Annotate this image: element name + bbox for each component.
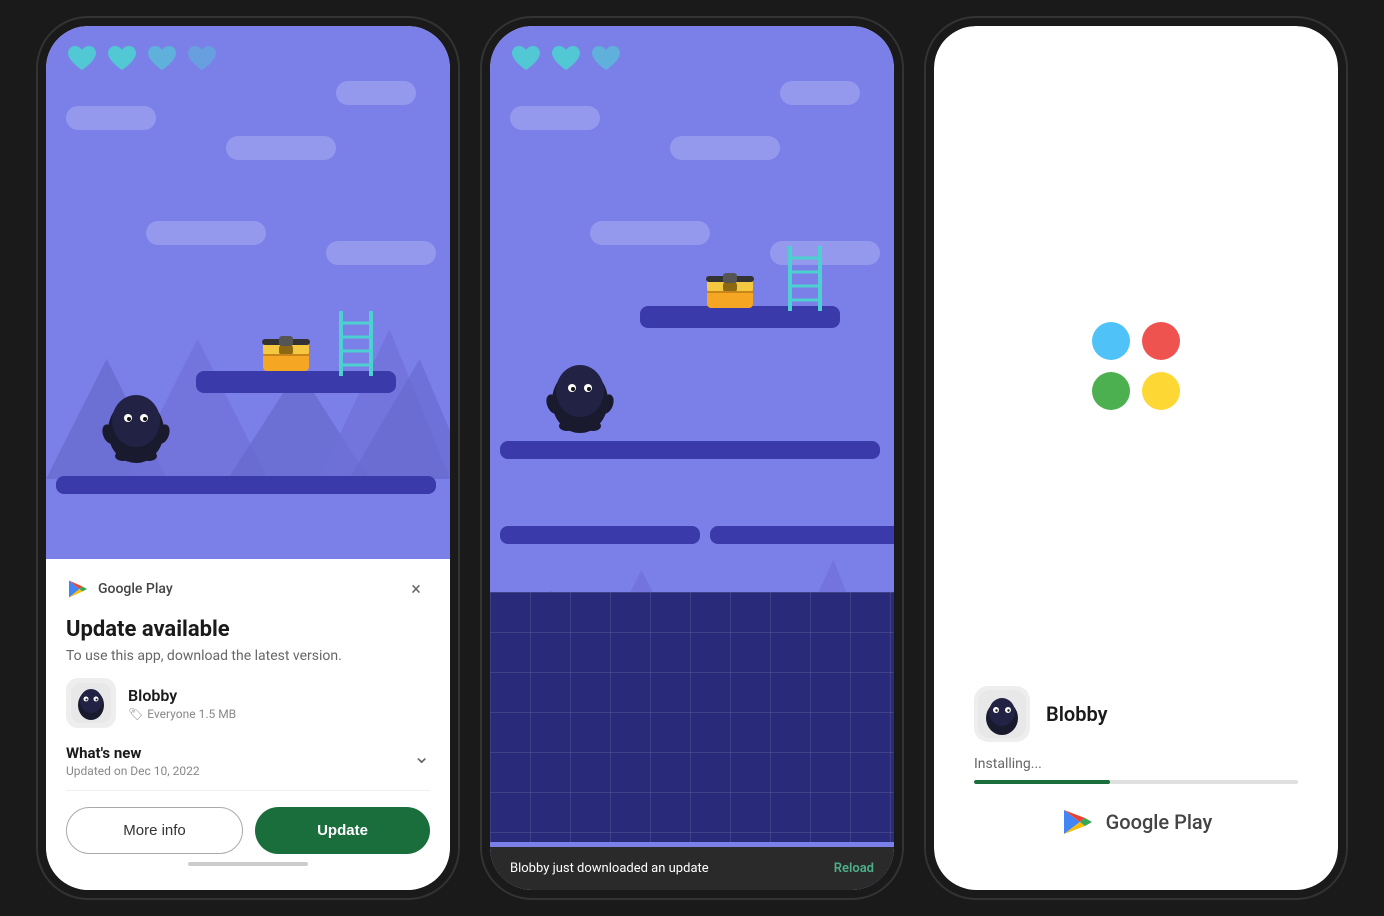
progress-fill — [974, 780, 1110, 784]
home-indicator — [188, 862, 308, 866]
app-info-row: Blobby 🏷 Everyone 1.5 MB — [66, 678, 430, 728]
action-buttons: More info Update — [66, 807, 430, 854]
blobby-icon — [71, 683, 111, 723]
lower-platform-2b — [500, 526, 700, 544]
blobby-character — [101, 386, 171, 466]
game-screen-1 — [46, 26, 450, 559]
dot-yellow — [1142, 372, 1180, 410]
phone-2: Blobby just downloaded an update Reload — [482, 18, 902, 898]
gp-footer-name: Google Play — [1106, 810, 1213, 834]
heart-p2-2 — [550, 44, 582, 72]
reload-button[interactable]: Reload — [834, 861, 874, 876]
whats-new-text: What's new Updated on Dec 10, 2022 — [66, 744, 200, 778]
tile-grid — [490, 592, 894, 842]
expand-icon[interactable]: ⌄ — [413, 744, 430, 768]
app-details: 🏷 Everyone 1.5 MB — [128, 707, 236, 721]
whats-new-section: What's new Updated on Dec 10, 2022 ⌄ — [66, 744, 430, 791]
dot-blue — [1092, 322, 1130, 360]
app-icon — [66, 678, 116, 728]
ladder — [336, 311, 376, 376]
heart-p2-1 — [510, 44, 542, 72]
update-button[interactable]: Update — [255, 807, 430, 854]
heart-2 — [106, 44, 138, 72]
heart-4 — [186, 44, 218, 72]
whats-new-title: What's new — [66, 744, 200, 762]
lower-platform-2c — [710, 526, 894, 544]
chest-2 — [705, 268, 755, 308]
snackbar-message: Blobby just downloaded an update — [510, 861, 709, 876]
lower-platform-2 — [500, 441, 880, 459]
snackbar: Blobby just downloaded an update Reload — [490, 847, 894, 890]
update-title: Update available — [66, 617, 430, 642]
dots-area — [1092, 86, 1180, 666]
google-play-logo — [66, 577, 90, 601]
dot-green — [1092, 372, 1130, 410]
cloud-5 — [326, 241, 436, 265]
cloud-3 — [336, 81, 416, 105]
hearts-row-2 — [510, 44, 622, 72]
play-dots — [1092, 322, 1180, 410]
install-section: Blobby Installing... — [974, 666, 1298, 804]
heart-p2-3 — [590, 44, 622, 72]
install-app-row: Blobby — [974, 686, 1298, 742]
close-button[interactable]: × — [402, 575, 430, 603]
heart-1 — [66, 44, 98, 72]
lower-platform — [56, 476, 436, 494]
gp-footer-logo — [1060, 804, 1096, 840]
game-screen-2: Blobby just downloaded an update Reload — [490, 26, 894, 890]
cloud-p2-3 — [780, 81, 860, 105]
update-dialog: Google Play × Update available To use th… — [46, 559, 450, 890]
app-meta: Blobby 🏷 Everyone 1.5 MB — [128, 686, 236, 721]
dot-red — [1142, 322, 1180, 360]
cloud-4 — [146, 221, 266, 245]
gp-brand: Google Play — [66, 577, 173, 601]
cloud-p2-1 — [510, 106, 600, 130]
install-app-icon — [974, 686, 1030, 742]
heart-3 — [146, 44, 178, 72]
progress-bar — [974, 780, 1298, 784]
phone-1: Google Play × Update available To use th… — [38, 18, 458, 898]
cloud-2 — [226, 136, 336, 160]
update-subtitle: To use this app, download the latest ver… — [66, 648, 430, 664]
blobby-2 — [545, 356, 615, 436]
rating-icon: 🏷 — [128, 707, 143, 721]
app-details-text: Everyone 1.5 MB — [147, 707, 236, 721]
ladder-2 — [785, 246, 825, 311]
blobby-install-icon — [978, 690, 1026, 738]
gp-brand-name: Google Play — [98, 581, 173, 597]
app-name: Blobby — [128, 686, 236, 705]
cloud-p2-4 — [590, 221, 710, 245]
dialog-header: Google Play × — [66, 575, 430, 603]
install-app-name: Blobby — [1046, 702, 1108, 726]
hearts-row — [66, 44, 218, 72]
tile-floor — [490, 592, 894, 842]
installing-text: Installing... — [974, 756, 1298, 772]
more-info-button[interactable]: More info — [66, 807, 243, 854]
gp-footer: Google Play — [1060, 804, 1213, 840]
whats-new-date: Updated on Dec 10, 2022 — [66, 764, 200, 778]
chest — [261, 331, 311, 371]
cloud-p2-2 — [670, 136, 780, 160]
install-screen: Blobby Installing... Google Play — [934, 26, 1338, 890]
cloud-1 — [66, 106, 156, 130]
phone-3: Blobby Installing... Google Play — [926, 18, 1346, 898]
